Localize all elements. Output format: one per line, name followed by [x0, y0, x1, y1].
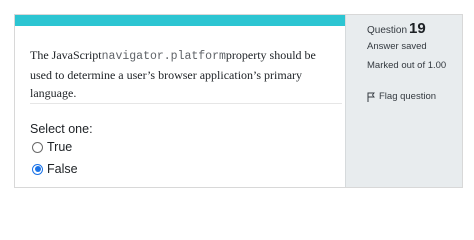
question-state: Answer saved	[367, 41, 427, 52]
question-label: Question	[367, 25, 408, 36]
answer-option-true[interactable]: True	[32, 140, 72, 154]
question-text: The JavaScriptnavigator.platformproperty…	[30, 46, 335, 102]
question-content: The JavaScriptnavigator.platformproperty…	[15, 15, 345, 187]
question-divider	[30, 103, 342, 104]
answer-option-false-label[interactable]: False	[47, 162, 78, 176]
flag-icon[interactable]	[367, 92, 375, 102]
question-accent-bar	[15, 15, 345, 26]
question-number-value: 19	[409, 20, 426, 37]
radio-true[interactable]	[32, 141, 43, 153]
question-card: The JavaScriptnavigator.platformproperty…	[14, 14, 463, 188]
select-one-label: Select one:	[30, 122, 93, 136]
flag-question-button[interactable]: Flag question	[367, 91, 436, 102]
answer-option-false[interactable]: False	[32, 162, 78, 176]
question-text-before: The JavaScript	[30, 48, 102, 62]
question-number: Question 19	[367, 20, 426, 37]
answer-option-true-label[interactable]: True	[47, 140, 72, 154]
radio-false[interactable]	[32, 163, 43, 175]
question-code: navigator.platform	[101, 50, 226, 63]
question-grade: Marked out of 1.00	[367, 60, 447, 71]
question-info-panel: Question 19 Answer saved Marked out of 1.…	[345, 15, 462, 187]
flag-question-label[interactable]: Flag question	[379, 91, 436, 102]
